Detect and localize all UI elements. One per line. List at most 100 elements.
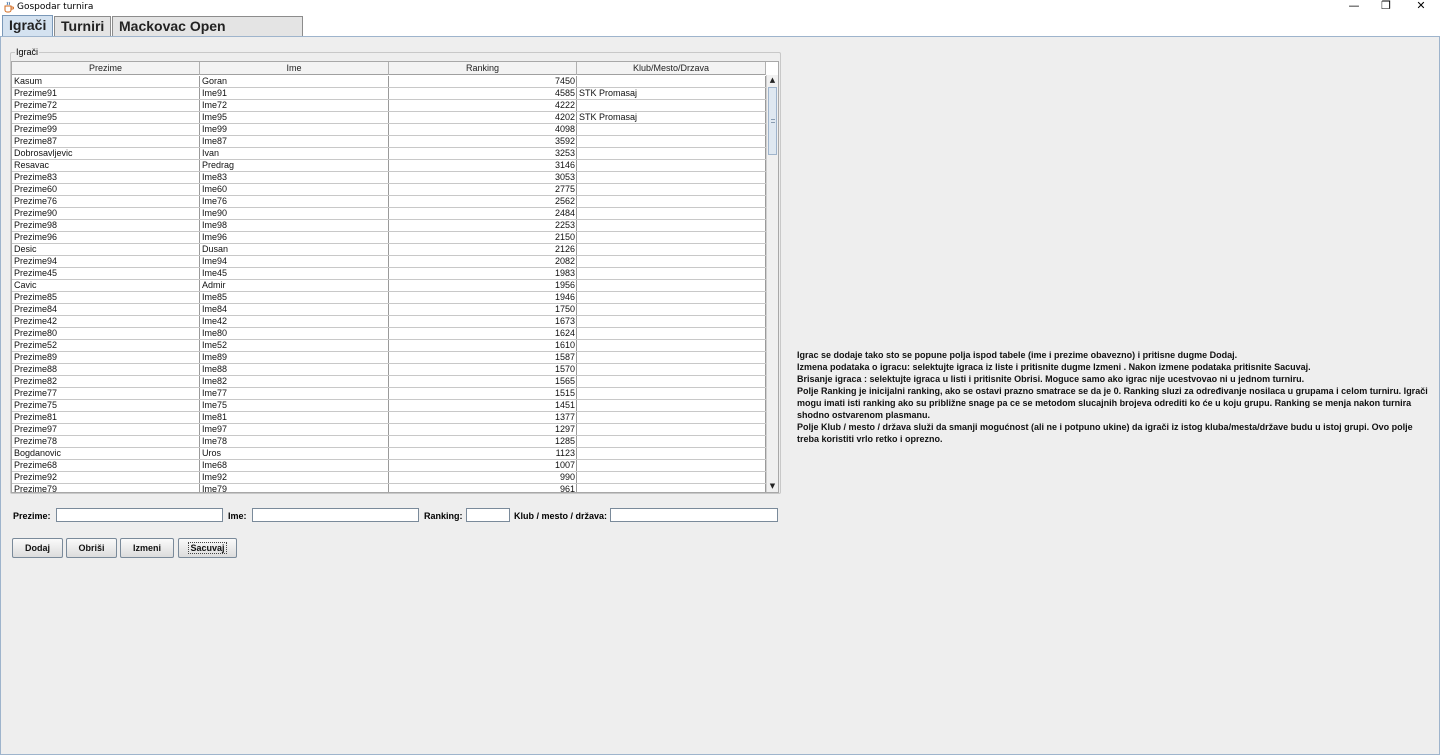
table-row[interactable]: Prezime79 Ime79 961 [12,484,766,492]
cell-ranking[interactable]: 3146 [389,160,577,171]
vertical-scrollbar[interactable]: ▲ ▼ [766,75,778,492]
cell-ranking[interactable]: 3253 [389,148,577,159]
players-table[interactable]: Prezime Ime Ranking Klub/Mesto/Drzava Ka… [11,61,779,493]
cell-ranking[interactable]: 1673 [389,316,577,327]
cell-ranking[interactable]: 2775 [389,184,577,195]
cell-ime[interactable]: Ime99 [200,124,389,135]
cell-prezime[interactable]: Resavac [12,160,200,171]
cell-prezime[interactable]: Prezime52 [12,340,200,351]
cell-klub[interactable] [577,256,766,267]
cell-klub[interactable] [577,172,766,183]
column-header-prezime[interactable]: Prezime [12,62,200,75]
cell-klub[interactable] [577,376,766,387]
add-button[interactable]: Dodaj [12,538,63,558]
tab-turniri[interactable]: Turniri [54,16,111,36]
ime-input[interactable] [252,508,419,522]
table-row[interactable]: Prezime72 Ime72 4222 [12,100,766,112]
table-row[interactable]: Prezime76 Ime76 2562 [12,196,766,208]
cell-ime[interactable]: Ime95 [200,112,389,123]
table-row[interactable]: Prezime91 Ime91 4585 STK Promasaj [12,88,766,100]
table-row[interactable]: Kasum Goran 7450 [12,76,766,88]
cell-ime[interactable]: Ime60 [200,184,389,195]
cell-prezime[interactable]: Prezime42 [12,316,200,327]
cell-klub[interactable]: STK Promasaj [577,112,766,123]
cell-klub[interactable] [577,484,766,492]
cell-ime[interactable]: Ime45 [200,268,389,279]
table-row[interactable]: Prezime99 Ime99 4098 [12,124,766,136]
cell-ranking[interactable]: 2253 [389,220,577,231]
cell-klub[interactable] [577,232,766,243]
table-row[interactable]: Prezime77 Ime77 1515 [12,388,766,400]
cell-klub[interactable] [577,472,766,483]
table-row[interactable]: Prezime84 Ime84 1750 [12,304,766,316]
cell-prezime[interactable]: Prezime99 [12,124,200,135]
cell-prezime[interactable]: Prezime88 [12,364,200,375]
cell-prezime[interactable]: Desic [12,244,200,255]
table-row[interactable]: Prezime97 Ime97 1297 [12,424,766,436]
table-row[interactable]: Prezime78 Ime78 1285 [12,436,766,448]
cell-ranking[interactable]: 1123 [389,448,577,459]
restore-button[interactable]: ❐ [1369,0,1403,14]
cell-ime[interactable]: Ime68 [200,460,389,471]
klub-input[interactable] [610,508,778,522]
table-row[interactable]: Prezime45 Ime45 1983 [12,268,766,280]
cell-prezime[interactable]: Prezime83 [12,172,200,183]
cell-ime[interactable]: Ime42 [200,316,389,327]
cell-ime[interactable]: Ime76 [200,196,389,207]
cell-prezime[interactable]: Prezime81 [12,412,200,423]
cell-klub[interactable] [577,136,766,147]
cell-ime[interactable]: Ime72 [200,100,389,111]
cell-klub[interactable] [577,160,766,171]
column-header-ranking[interactable]: Ranking [389,62,577,75]
cell-ime[interactable]: Ime87 [200,136,389,147]
table-row[interactable]: Resavac Predrag 3146 [12,160,766,172]
cell-ime[interactable]: Ime82 [200,376,389,387]
cell-prezime[interactable]: Prezime95 [12,112,200,123]
cell-ranking[interactable]: 2562 [389,196,577,207]
cell-klub[interactable] [577,340,766,351]
cell-klub[interactable] [577,148,766,159]
cell-prezime[interactable]: Kasum [12,76,200,87]
column-header-ime[interactable]: Ime [200,62,389,75]
cell-ime[interactable]: Predrag [200,160,389,171]
cell-ranking[interactable]: 1610 [389,340,577,351]
cell-klub[interactable] [577,460,766,471]
cell-prezime[interactable]: Prezime94 [12,256,200,267]
cell-ranking[interactable]: 4222 [389,100,577,111]
cell-ranking[interactable]: 1515 [389,388,577,399]
cell-ime[interactable]: Dusan [200,244,389,255]
cell-prezime[interactable]: Bogdanovic [12,448,200,459]
cell-prezime[interactable]: Prezime68 [12,460,200,471]
cell-ranking[interactable]: 1297 [389,424,577,435]
cell-ranking[interactable]: 2126 [389,244,577,255]
cell-klub[interactable] [577,448,766,459]
cell-prezime[interactable]: Prezime87 [12,136,200,147]
cell-klub[interactable] [577,400,766,411]
cell-klub[interactable] [577,316,766,327]
cell-prezime[interactable]: Prezime92 [12,472,200,483]
cell-prezime[interactable]: Dobrosavljevic [12,148,200,159]
cell-klub[interactable] [577,292,766,303]
cell-prezime[interactable]: Prezime82 [12,376,200,387]
table-row[interactable]: Prezime52 Ime52 1610 [12,340,766,352]
cell-ime[interactable]: Ime88 [200,364,389,375]
save-button[interactable]: Sacuvaj [178,538,237,558]
cell-ranking[interactable]: 1285 [389,436,577,447]
cell-klub[interactable] [577,412,766,423]
prezime-input[interactable] [56,508,223,522]
delete-button[interactable]: Obriši [66,538,117,558]
cell-ranking[interactable]: 1377 [389,412,577,423]
table-row[interactable]: Prezime83 Ime83 3053 [12,172,766,184]
cell-ranking[interactable]: 1750 [389,304,577,315]
cell-ranking[interactable]: 3053 [389,172,577,183]
cell-ranking[interactable]: 961 [389,484,577,492]
cell-ime[interactable]: Ime92 [200,472,389,483]
cell-klub[interactable] [577,196,766,207]
cell-ranking[interactable]: 1946 [389,292,577,303]
cell-klub[interactable] [577,100,766,111]
column-header-klub[interactable]: Klub/Mesto/Drzava [577,62,766,75]
edit-button[interactable]: Izmeni [120,538,174,558]
cell-ime[interactable]: Ime98 [200,220,389,231]
cell-ime[interactable]: Ime80 [200,328,389,339]
cell-ime[interactable]: Uros [200,448,389,459]
